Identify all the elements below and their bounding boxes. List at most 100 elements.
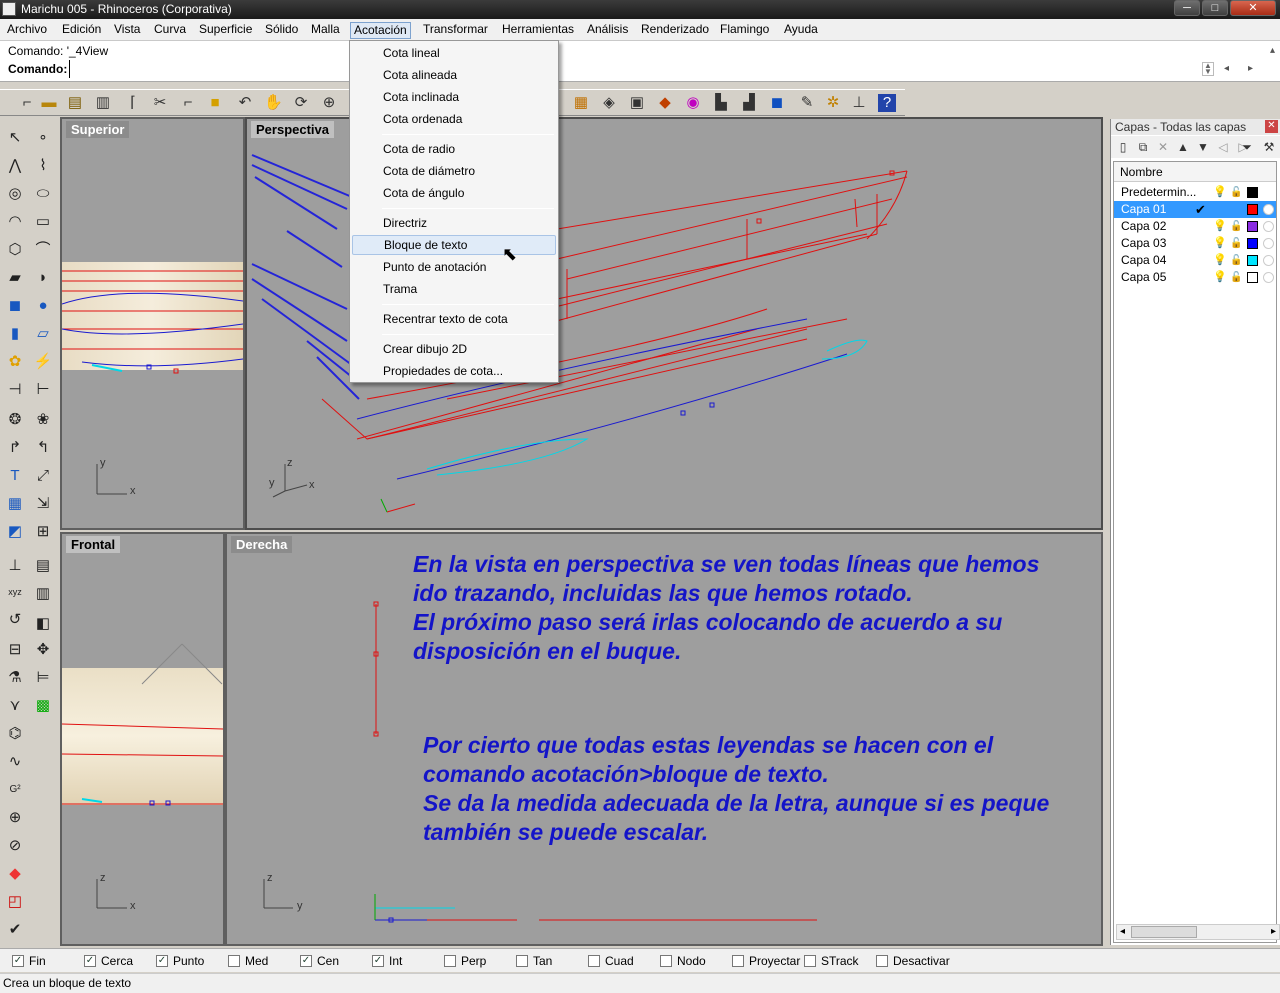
layer-visible-bulb-icon[interactable]: 💡 <box>1213 220 1227 232</box>
arc-icon[interactable]: ◠ <box>4 211 26 233</box>
layer-row[interactable]: Capa 03 💡 🔓 <box>1114 235 1276 252</box>
sweep-icon[interactable]: ∿ <box>4 751 26 773</box>
layer-row[interactable]: Capa 04 💡 🔓 <box>1114 252 1276 269</box>
menu-superficie[interactable]: Superficie <box>196 22 255 39</box>
tool-icon[interactable]: ✎ <box>798 94 816 112</box>
layer-unlock-icon[interactable]: 🔓 <box>1230 252 1242 269</box>
render-sphere-icon[interactable]: ◉ <box>684 94 702 112</box>
plane-icon[interactable]: ▱ <box>32 323 54 345</box>
menu-item-cota-de-radio[interactable]: Cota de radio <box>352 139 556 159</box>
move-parent-icon[interactable]: ◁ <box>1215 139 1231 155</box>
curvature-icon[interactable]: ◆ <box>4 863 26 885</box>
menu-item-punto-de-anotacion[interactable]: Punto de anotación <box>352 257 556 277</box>
menu-item-directriz[interactable]: Directriz <box>352 213 556 233</box>
menu-solido[interactable]: Sólido <box>262 22 301 39</box>
fillet-icon[interactable]: ⌒ <box>32 239 54 261</box>
layer-material-icon[interactable] <box>1263 221 1274 232</box>
menu-item-cota-ordenada[interactable]: Cota ordenada <box>352 109 556 129</box>
menu-item-propiedades-de-cota[interactable]: Propiedades de cota... <box>352 361 556 381</box>
move-down-icon[interactable]: ▼ <box>1195 139 1211 155</box>
point-icon[interactable]: ∘ <box>32 127 54 149</box>
cut-plane-icon[interactable]: ⚗ <box>4 667 26 689</box>
explode-icon[interactable]: ⊢ <box>32 379 54 401</box>
move-icon[interactable]: ⤢ <box>32 465 54 487</box>
solid-tools-icon[interactable]: ◰ <box>4 891 26 913</box>
layers-horizontal-scrollbar[interactable]: ◂ ▸ <box>1116 924 1280 940</box>
group-icon[interactable]: ❀ <box>32 409 54 431</box>
checkbox[interactable] <box>660 955 672 967</box>
osnap-punto[interactable]: ✓ Punto <box>156 953 220 969</box>
checkbox[interactable]: ✓ <box>300 955 312 967</box>
ellipse-icon[interactable]: ⬭ <box>32 183 54 205</box>
new-sublayer-icon[interactable]: ⧉ <box>1135 139 1151 155</box>
help-icon[interactable]: ? <box>878 94 896 112</box>
osnap-cen[interactable]: ✓ Cen <box>300 953 360 969</box>
join-icon[interactable]: ⊣ <box>4 379 26 401</box>
command-right-arrow-icon[interactable]: ▸ <box>1248 63 1253 74</box>
menu-herramientas[interactable]: Herramientas <box>499 22 577 39</box>
tools-wrench-icon[interactable]: ⚒ <box>1261 139 1277 155</box>
osnap-perp[interactable]: Perp <box>444 953 504 969</box>
new-layer-icon[interactable]: ▯ <box>1115 139 1131 155</box>
continuity-icon[interactable]: G² <box>4 779 26 801</box>
osnap-strack[interactable]: STrack <box>804 953 870 969</box>
material-icon[interactable]: ◈ <box>600 94 618 112</box>
menu-curva[interactable]: Curva <box>151 22 189 39</box>
scroll-right-icon[interactable]: ▸ <box>1271 926 1276 937</box>
circle-icon[interactable]: ◎ <box>4 183 26 205</box>
layer-unlock-icon[interactable]: 🔓 <box>1230 235 1242 252</box>
rectangle-icon[interactable]: ▭ <box>32 211 54 233</box>
layer-color-swatch[interactable] <box>1247 221 1258 232</box>
render-icon[interactable]: ◼ <box>768 94 786 112</box>
maximize-button[interactable]: □ <box>1202 0 1228 16</box>
snap-grid-icon[interactable]: ▦ <box>572 94 590 112</box>
open-folder-icon[interactable]: ▬ <box>40 94 58 112</box>
layer-visible-bulb-icon[interactable]: 💡 <box>1213 254 1227 266</box>
trim-icon[interactable]: ↱ <box>4 437 26 459</box>
select-icon[interactable]: ▙ <box>712 94 730 112</box>
layer-material-icon[interactable] <box>1263 255 1274 266</box>
osnap-nodo[interactable]: Nodo <box>660 953 720 969</box>
viewport-superior[interactable]: Superior y x <box>60 117 245 530</box>
menu-ayuda[interactable]: Ayuda <box>781 22 821 39</box>
menu-item-cota-de-angulo[interactable]: Cota de ángulo <box>352 183 556 203</box>
command-scroll-up-icon[interactable]: ▴ <box>1270 45 1275 56</box>
surface-icon[interactable]: ▰ <box>4 267 26 289</box>
menu-item-crear-dibujo-2d[interactable]: Crear dibujo 2D <box>352 339 556 359</box>
osnap-int[interactable]: ✓ Int <box>372 953 432 969</box>
print-icon[interactable]: ▥ <box>94 94 112 112</box>
lightning-icon[interactable]: ⚡ <box>32 351 54 373</box>
command-spin-icon[interactable]: ▲ ▼ <box>1202 62 1214 76</box>
menu-item-trama[interactable]: Trama <box>352 279 556 299</box>
menu-item-recentrar-texto-de-cota[interactable]: Recentrar texto de cota <box>352 309 556 329</box>
minimize-button[interactable]: ─ <box>1174 0 1200 16</box>
properties-icon[interactable]: ▣ <box>628 94 646 112</box>
copy-icon[interactable]: ⌐ <box>179 94 197 112</box>
grid-plane-icon[interactable]: ▤ <box>32 555 54 577</box>
split-icon[interactable]: ↰ <box>32 437 54 459</box>
analysis-icon[interactable]: ▩ <box>32 695 54 717</box>
osnap-fin[interactable]: ✓ Fin <box>12 953 72 969</box>
menu-acotacion[interactable]: Acotación <box>350 22 411 39</box>
checkbox[interactable]: ✓ <box>12 955 24 967</box>
layer-visible-bulb-icon[interactable]: 💡 <box>1213 237 1227 249</box>
orient-icon[interactable]: ◧ <box>32 613 54 635</box>
annotation-text-1[interactable]: En la vista en perspectiva se ven todas … <box>413 550 1039 666</box>
menu-malla[interactable]: Malla <box>308 22 343 39</box>
menu-analisis[interactable]: Análisis <box>584 22 631 39</box>
array-icon[interactable]: ▦ <box>4 493 26 515</box>
import-icon[interactable]: ⌈ <box>124 94 142 112</box>
display-icon[interactable]: ▟ <box>740 94 758 112</box>
box-icon[interactable]: ◼ <box>4 295 26 317</box>
flow-icon[interactable]: ⊘ <box>4 835 26 857</box>
menu-flamingo[interactable]: Flamingo <box>717 22 772 39</box>
sphere-icon[interactable]: ● <box>32 295 54 317</box>
menu-transformar[interactable]: Transformar <box>420 22 491 39</box>
current-layer-check-icon[interactable]: ✔ <box>1195 201 1206 218</box>
menu-vista[interactable]: Vista <box>111 22 143 39</box>
boolean-icon[interactable]: ❂ <box>4 409 26 431</box>
text-icon[interactable]: T <box>4 465 26 487</box>
layer-visible-bulb-icon[interactable]: 💡 <box>1213 271 1227 283</box>
dimension-icon[interactable]: ⊥ <box>850 94 868 112</box>
layer-color-swatch[interactable] <box>1247 255 1258 266</box>
